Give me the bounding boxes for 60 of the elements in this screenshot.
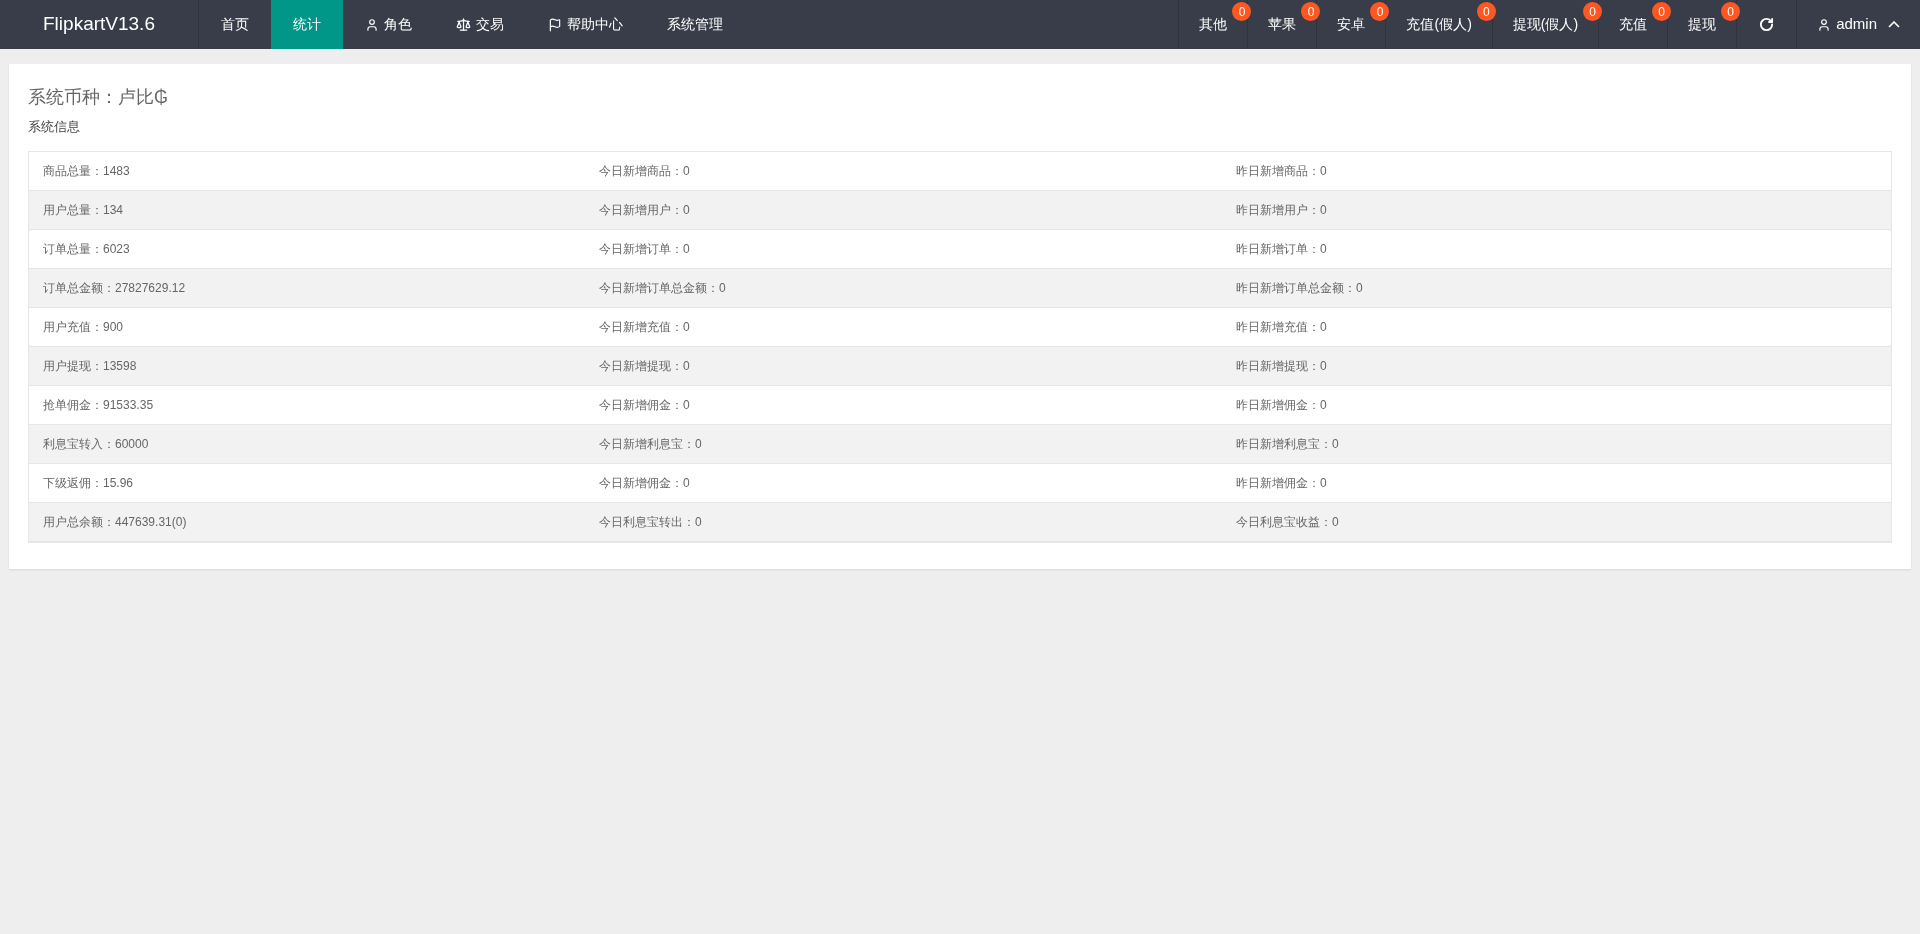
user-menu[interactable]: admin bbox=[1797, 0, 1920, 49]
count-badge: 0 bbox=[1721, 2, 1741, 21]
nav-tab[interactable]: 系统管理 bbox=[645, 0, 745, 49]
stat-text: 今日新增佣金：0 bbox=[599, 474, 691, 492]
card-subtitle: 系统信息 bbox=[28, 118, 81, 136]
stat-text: 今日新增佣金：0 bbox=[599, 396, 691, 414]
stat-text: 昨日新增提现：0 bbox=[1236, 357, 1328, 375]
chevron-up-icon bbox=[1888, 21, 1900, 28]
stat-text: 昨日新增订单：0 bbox=[1236, 240, 1328, 258]
stat-text: 用户总量：134 bbox=[43, 201, 125, 219]
stat-text: 商品总量：1483 bbox=[43, 162, 131, 180]
refresh-icon bbox=[1759, 17, 1775, 32]
stat-text: 今日新增订单总金额：0 bbox=[599, 279, 727, 297]
count-badge: 0 bbox=[1301, 2, 1321, 21]
stat-text: 订单总金额：27827629.12 bbox=[43, 279, 187, 297]
notice-tab[interactable]: 充值 0 bbox=[1599, 0, 1669, 49]
stat-text: 用户充值：900 bbox=[43, 318, 125, 336]
user-icon bbox=[365, 17, 379, 32]
flag-icon bbox=[548, 17, 562, 32]
stat-text: 今日利息宝转出：0 bbox=[599, 513, 703, 531]
stat-text: 昨日新增佣金：0 bbox=[1236, 396, 1328, 414]
stat-text: 订单总量：6023 bbox=[43, 240, 131, 258]
logo: FlipkartV13.6 bbox=[43, 12, 155, 37]
notice-tab[interactable]: 充值(假人) 0 bbox=[1386, 0, 1493, 49]
notice-tab[interactable]: 安卓 0 bbox=[1317, 0, 1387, 49]
stat-text: 今日利息宝收益：0 bbox=[1236, 513, 1340, 531]
stat-text: 昨日新增用户：0 bbox=[1236, 201, 1328, 219]
stat-text: 今日新增用户：0 bbox=[599, 201, 691, 219]
stat-text: 下级返佣：15.96 bbox=[43, 474, 135, 492]
stat-text: 今日新增利息宝：0 bbox=[599, 435, 703, 453]
nav-tab[interactable]: 统计 bbox=[271, 0, 343, 49]
stat-text: 昨日新增商品：0 bbox=[1236, 162, 1328, 180]
count-badge: 0 bbox=[1232, 2, 1252, 21]
nav-tab[interactable]: 帮助中心 bbox=[526, 0, 645, 49]
user-icon bbox=[1817, 17, 1832, 32]
count-badge: 0 bbox=[1652, 2, 1672, 21]
stat-text: 今日新增提现：0 bbox=[599, 357, 691, 375]
stat-text: 昨日新增订单总金额：0 bbox=[1236, 279, 1364, 297]
notice-tab[interactable]: 提现 0 bbox=[1668, 0, 1738, 49]
stat-text: 今日新增商品：0 bbox=[599, 162, 691, 180]
stat-text: 今日新增充值：0 bbox=[599, 318, 691, 336]
stat-text: 今日新增订单：0 bbox=[599, 240, 691, 258]
stat-text: 昨日新增利息宝：0 bbox=[1236, 435, 1340, 453]
count-badge: 0 bbox=[1583, 2, 1603, 21]
notice-tab[interactable]: 提现(假人) 0 bbox=[1492, 0, 1600, 49]
nav-tab[interactable]: 首页 bbox=[199, 0, 271, 49]
notice-tab[interactable]: 苹果 0 bbox=[1248, 0, 1318, 49]
stat-text: 昨日新增佣金：0 bbox=[1236, 474, 1328, 492]
card-title: 系统币种：卢比₲ bbox=[28, 86, 169, 109]
count-badge: 0 bbox=[1370, 2, 1390, 21]
stat-text: 用户总余额：447639.31(0) bbox=[43, 513, 188, 531]
count-badge: 0 bbox=[1476, 2, 1496, 21]
nav-tab[interactable]: 交易 bbox=[434, 0, 526, 49]
scale-icon bbox=[456, 17, 471, 32]
notice-tab[interactable]: 其他 0 bbox=[1179, 0, 1249, 49]
stat-text: 用户提现：13598 bbox=[43, 357, 138, 375]
stat-text: 抢单佣金：91533.35 bbox=[43, 396, 155, 414]
stat-text: 利息宝转入：60000 bbox=[43, 435, 150, 453]
nav-tab[interactable]: 角色 bbox=[343, 0, 434, 49]
stat-text: 昨日新增充值：0 bbox=[1236, 318, 1328, 336]
